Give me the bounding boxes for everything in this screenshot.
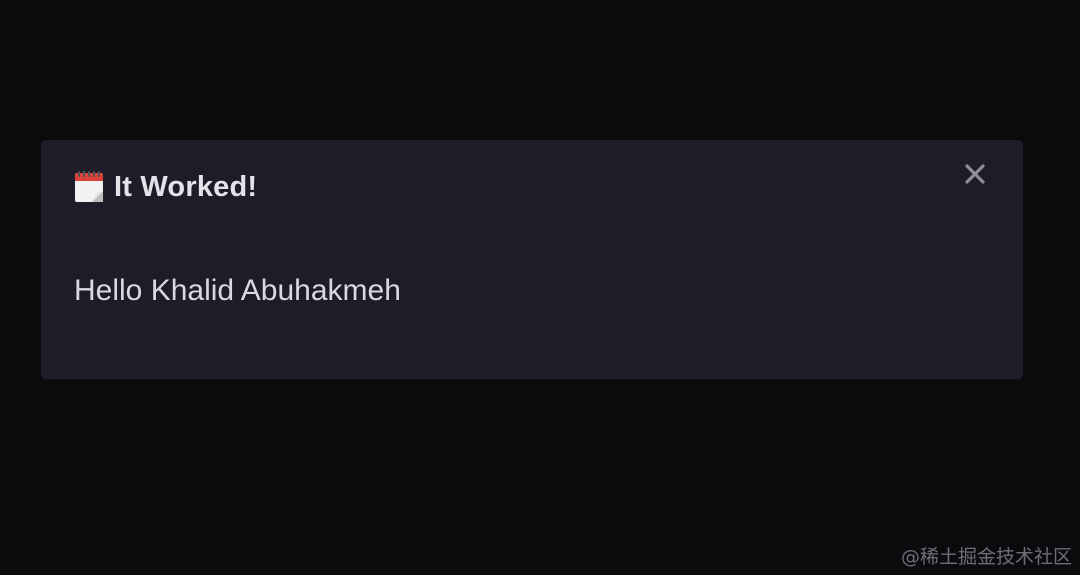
dialog-header: It Worked!	[74, 170, 257, 204]
alert-dialog: It Worked! Hello Khalid Abuhakmeh	[41, 140, 1023, 379]
watermark: @稀土掘金技术社区	[900, 546, 1072, 568]
close-icon	[964, 163, 986, 190]
close-button[interactable]	[959, 160, 991, 192]
dialog-message: Hello Khalid Abuhakmeh	[74, 274, 401, 307]
calendar-icon	[74, 171, 104, 203]
dialog-title: It Worked!	[114, 171, 258, 203]
